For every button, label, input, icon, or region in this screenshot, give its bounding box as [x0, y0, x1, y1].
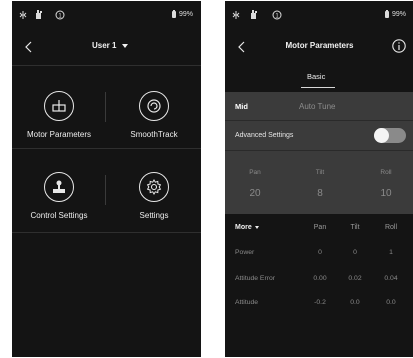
axis-tilt-value: 8 [317, 188, 323, 199]
row-value: -0.2 [314, 299, 326, 306]
smoothtrack-button[interactable]: SmoothTrack [107, 81, 201, 151]
row-value: 0.0 [386, 299, 396, 306]
row-label: Power [235, 249, 255, 256]
tab-underline [301, 87, 335, 88]
advanced-settings-label: Advanced Settings [235, 132, 294, 139]
table-row: Attitude -0.2 0.0 0.0 [225, 299, 413, 311]
motor-parameters-header: Motor Parameters [225, 37, 413, 59]
divider [12, 232, 201, 233]
motor-parameters-label: Motor Parameters [26, 130, 92, 139]
divider [105, 92, 106, 122]
motor-parameters-screen: 1 99% Motor Parameters Basic Mid Auto Tu… [225, 1, 413, 357]
status-bar: 1 99% [225, 1, 413, 29]
settings-label: Settings [139, 211, 169, 220]
row-value: 0.0 [350, 299, 360, 306]
table-row: Power 0 0 1 [225, 249, 413, 261]
column-header-roll: Roll [384, 224, 398, 231]
gear-icon [139, 172, 169, 202]
axis-tilt-label: Tilt [315, 169, 325, 176]
control-settings-label: Control Settings [30, 211, 88, 220]
settings-button[interactable]: Settings [107, 162, 201, 232]
smoothtrack-label: SmoothTrack [130, 130, 178, 139]
column-header-tilt: Tilt [350, 224, 360, 231]
control-settings-icon [44, 172, 74, 202]
mode-mid-option[interactable]: Mid [235, 102, 248, 111]
row-label: Attitude Error [235, 275, 276, 282]
smoothtrack-icon [139, 91, 169, 121]
axis-tilt[interactable]: Tilt 8 [300, 169, 340, 199]
row-value: 0.04 [384, 275, 398, 282]
chevron-down-icon [122, 43, 129, 48]
info-icon[interactable] [391, 38, 407, 54]
axis-roll-value: 10 [380, 188, 392, 199]
user-selector[interactable]: User 1 [92, 41, 129, 50]
divider [12, 65, 201, 66]
divider [225, 120, 413, 121]
battery-percent: 99% [391, 11, 406, 18]
row-value: 0.00 [313, 275, 327, 282]
back-button[interactable] [22, 39, 36, 55]
battery-indicator: 99% [171, 10, 193, 18]
column-header-pan: Pan [313, 224, 327, 231]
axis-roll[interactable]: Roll 10 [366, 169, 406, 199]
gimbal-icon [34, 10, 43, 23]
battery-indicator: 99% [384, 10, 406, 18]
circle-1-icon: 1 [55, 10, 65, 23]
advanced-settings-toggle[interactable] [374, 128, 406, 143]
axis-roll-label: Roll [380, 169, 392, 176]
home-screen: 1 99% User 1 Motor Parameters SmoothTrac… [12, 1, 201, 357]
gimbal-icon [249, 10, 258, 23]
circle-1-icon: 1 [272, 10, 282, 23]
more-label: More [235, 224, 252, 231]
vibrate-icon [19, 10, 27, 23]
table-row: Attitude Error 0.00 0.02 0.04 [225, 275, 413, 287]
home-header: User 1 [12, 37, 201, 59]
status-bar: 1 99% [12, 1, 201, 29]
tab-basic[interactable]: Basic [307, 72, 325, 81]
row-value: 0.02 [348, 275, 362, 282]
caret-down-icon [254, 226, 259, 229]
row-value: 0 [353, 249, 357, 256]
row-value: 1 [389, 249, 393, 256]
more-button[interactable]: More [235, 224, 259, 231]
axis-pan-value: 20 [249, 188, 261, 199]
divider [225, 150, 413, 151]
more-table-header: More Pan Tilt Roll [225, 222, 413, 236]
motor-parameters-button[interactable]: Motor Parameters [12, 81, 106, 151]
vibrate-icon [232, 10, 240, 23]
auto-tune-button[interactable]: Auto Tune [299, 102, 335, 111]
user-label: User 1 [92, 41, 117, 50]
battery-icon [384, 10, 389, 18]
row-label: Attitude [235, 299, 259, 306]
toggle-knob [374, 128, 389, 143]
axis-pan[interactable]: Pan 20 [235, 169, 275, 199]
battery-percent: 99% [178, 11, 193, 18]
row-value: 0 [318, 249, 322, 256]
control-settings-button[interactable]: Control Settings [12, 162, 106, 232]
divider [105, 175, 106, 205]
page-title: Motor Parameters [285, 41, 354, 50]
axis-pan-label: Pan [249, 169, 261, 176]
basic-settings-panel: Mid Auto Tune Advanced Settings Pan 20 T… [225, 92, 413, 214]
motor-parameters-icon [44, 91, 74, 121]
divider [12, 148, 201, 149]
battery-icon [171, 10, 176, 18]
